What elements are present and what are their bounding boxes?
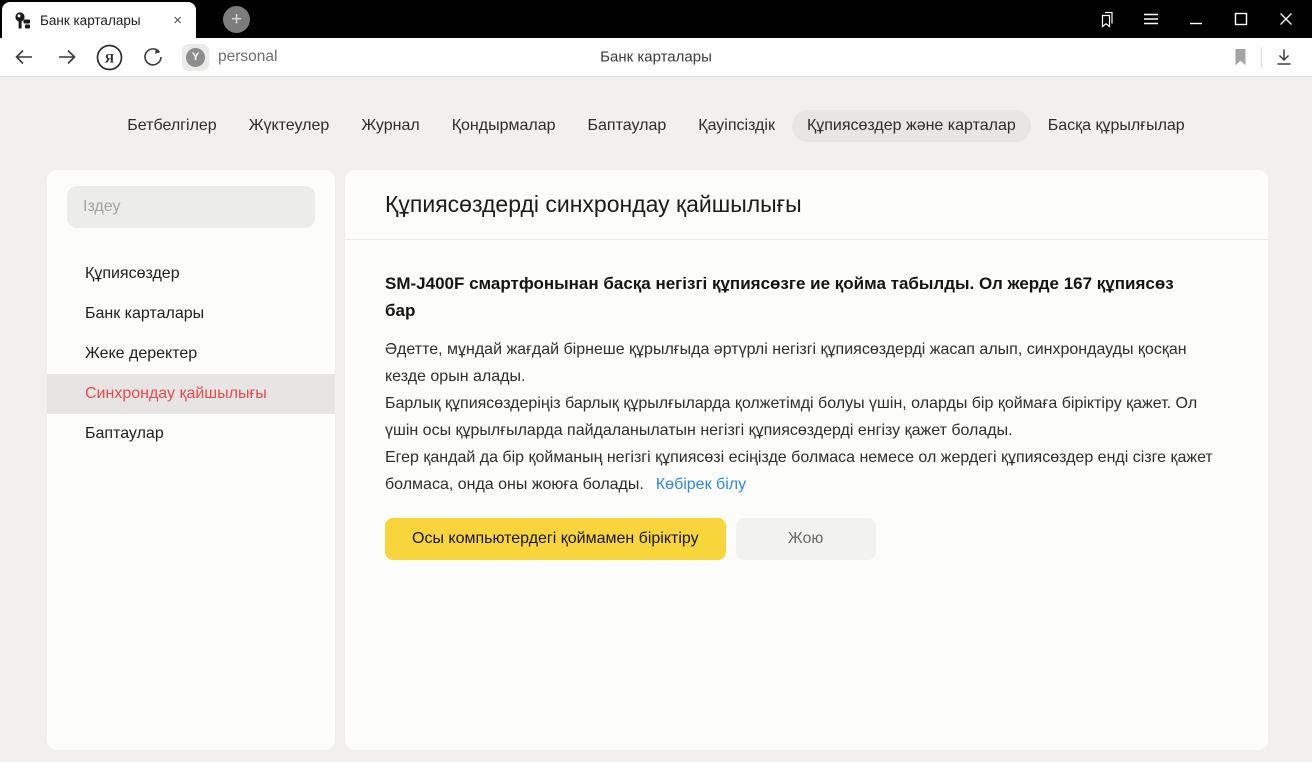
yandex-logo-icon[interactable]: Я — [88, 38, 131, 76]
sidebar-item-passwords[interactable]: Құпиясөздер — [47, 254, 335, 294]
minimize-icon[interactable] — [1173, 0, 1218, 38]
main-header: Құпиясөздерді синхрондау қайшылығы — [345, 170, 1268, 240]
back-icon[interactable] — [2, 38, 45, 76]
description-text: Егер қандай да бір қойманың негізгі құпи… — [385, 449, 1213, 493]
tab-extensions[interactable]: Қондырмалар — [437, 110, 571, 142]
settings-nav: Бетбелгілер Жүктеулер Журнал Қондырмалар… — [0, 77, 1312, 142]
tab-downloads[interactable]: Жүктеулер — [234, 110, 345, 142]
browser-tab[interactable]: Банк карталары × — [2, 2, 196, 38]
close-window-icon[interactable] — [1263, 0, 1308, 38]
tab-settings[interactable]: Баптаулар — [573, 110, 682, 142]
button-row: Осы компьютердегі қоймамен біріктіру Жою — [385, 518, 1228, 560]
toolbar-right — [1232, 47, 1302, 67]
tab-other-devices[interactable]: Басқа құрылғылар — [1033, 110, 1200, 142]
conflict-description: Әдетте, мұндай жағдай бірнеше құрылғыда … — [385, 336, 1228, 498]
tab-bookmarks[interactable]: Бетбелгілер — [112, 110, 231, 142]
main-panel: Құпиясөздерді синхрондау қайшылығы SM-J4… — [345, 170, 1268, 750]
side-panel-bookmarks-icon[interactable] — [1083, 0, 1128, 38]
sidebar: Құпиясөздер Банк карталары Жеке деректер… — [47, 170, 335, 750]
content: Құпиясөздер Банк карталары Жеке деректер… — [0, 142, 1312, 750]
description-line: Әдетте, мұндай жағдай бірнеше құрылғыда … — [385, 336, 1228, 390]
description-line: Егер қандай да бір қойманың негізгі құпи… — [385, 444, 1228, 498]
sidebar-item-sync-conflict[interactable]: Синхрондау қайшылығы — [47, 374, 335, 414]
protect-badge-label: personal — [218, 48, 277, 66]
address-page-title[interactable]: Банк карталары — [600, 49, 712, 66]
merge-button[interactable]: Осы компьютердегі қоймамен біріктіру — [385, 518, 726, 560]
new-tab-button[interactable]: + — [223, 6, 250, 33]
protect-badge[interactable]: Y — [182, 44, 209, 71]
tab-title: Банк карталары — [40, 13, 169, 28]
sidebar-item-settings[interactable]: Баптаулар — [47, 414, 335, 454]
protect-icon: Y — [186, 48, 205, 67]
toolbar-divider — [1261, 47, 1262, 67]
sidebar-item-bank-cards[interactable]: Банк карталары — [47, 294, 335, 334]
yandex-letter: Я — [105, 50, 115, 65]
tab-close-icon[interactable]: × — [169, 11, 186, 30]
maximize-icon[interactable] — [1218, 0, 1263, 38]
tab-history[interactable]: Журнал — [346, 110, 434, 142]
window-controls — [1083, 0, 1308, 38]
search-input[interactable] — [67, 186, 315, 228]
conflict-heading: SM-J400F смартфонынан басқа негізгі құпи… — [385, 270, 1195, 324]
sidebar-list: Құпиясөздер Банк карталары Жеке деректер… — [47, 254, 335, 454]
learn-more-link[interactable]: Көбірек білу — [656, 476, 746, 493]
titlebar: Банк карталары × + — [0, 0, 1312, 38]
page-title: Құпиясөздерді синхрондау қайшылығы — [385, 191, 802, 218]
tab-security[interactable]: Қауіпсіздік — [683, 110, 790, 142]
sidebar-item-personal-data[interactable]: Жеке деректер — [47, 334, 335, 374]
toolbar: Я Y personal Банк карталары — [0, 38, 1312, 77]
refresh-icon[interactable] — [131, 38, 174, 76]
menu-icon[interactable] — [1128, 0, 1173, 38]
bookmark-flag-icon[interactable] — [1232, 48, 1249, 67]
tab-passwords-cards[interactable]: Құпиясөздер және карталар — [792, 110, 1031, 142]
main-body: SM-J400F смартфонынан басқа негізгі құпи… — [345, 240, 1268, 560]
forward-icon[interactable] — [45, 38, 88, 76]
delete-button[interactable]: Жою — [736, 518, 876, 560]
key-favicon-icon — [14, 12, 31, 29]
description-line: Барлық құпиясөздеріңіз барлық құрылғылар… — [385, 390, 1228, 444]
downloads-icon[interactable] — [1274, 47, 1294, 67]
